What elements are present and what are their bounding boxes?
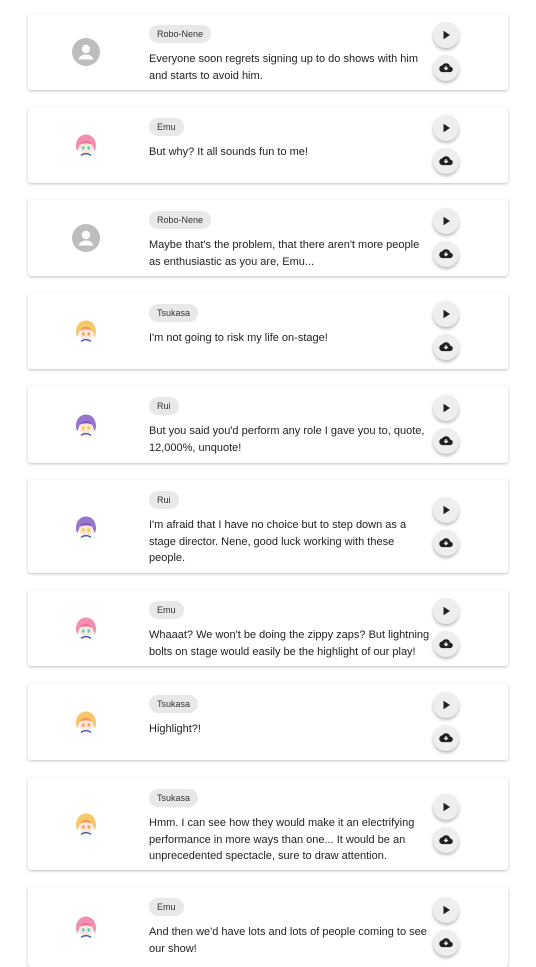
download-button[interactable] <box>433 427 459 454</box>
line-content: Rui But you said you'd perform any role I… <box>149 396 430 456</box>
line-text: I'm not going to risk my life on-stage! <box>149 332 328 344</box>
line-text: Hmm. I can see how they would make it an… <box>149 817 415 862</box>
line-text: But why? It all sounds fun to me! <box>149 146 308 158</box>
line-text: Maybe that's the problem, that there are… <box>149 239 420 268</box>
tsukasa-avatar-icon <box>72 317 100 345</box>
play-button[interactable] <box>433 794 459 820</box>
download-button[interactable] <box>433 827 459 853</box>
dialogue-card: Emu And then we'd have lots and lots of p… <box>28 887 508 967</box>
line-content: Emu Whaaat? We won't be doing the zippy z… <box>149 600 430 660</box>
cloud-download-icon <box>439 537 453 549</box>
download-button[interactable] <box>433 241 459 267</box>
play-icon <box>440 215 452 227</box>
play-icon <box>440 605 452 617</box>
play-button[interactable] <box>433 496 459 523</box>
play-icon <box>440 29 452 41</box>
line-text: And then we'd have lots and lots of peop… <box>149 926 427 955</box>
dialogue-card: Rui But you said you'd perform any role I… <box>28 386 508 463</box>
line-text: Everyone soon regrets signing up to do s… <box>149 53 419 82</box>
default-avatar-icon <box>72 224 100 252</box>
line-content: Emu But why? It all sounds fun to me! <box>149 117 430 161</box>
cloud-download-icon <box>439 638 453 650</box>
cloud-download-icon <box>439 435 453 447</box>
play-icon <box>440 801 452 813</box>
play-icon <box>440 122 452 134</box>
speaker-chip: Emu <box>149 118 184 136</box>
play-icon <box>440 699 452 711</box>
line-text: Highlight?! <box>149 723 201 735</box>
speaker-chip: Rui <box>149 491 179 509</box>
download-button[interactable] <box>433 55 459 81</box>
download-button[interactable] <box>433 529 459 556</box>
line-text: Whaaat? We won't be doing the zippy zaps… <box>149 629 430 658</box>
dialogue-card: Emu But why? It all sounds fun to me! <box>28 107 508 183</box>
dialogue-card: Emu Whaaat? We won't be doing the zippy z… <box>28 590 508 666</box>
emu-avatar-icon <box>72 131 100 159</box>
tsukasa-avatar-icon <box>72 810 100 838</box>
cloud-download-icon <box>439 248 453 260</box>
line-content: Tsukasa Hmm. I can see how they would mak… <box>149 788 430 865</box>
play-icon <box>440 904 452 916</box>
cloud-download-icon <box>439 732 453 744</box>
play-button[interactable] <box>433 22 459 48</box>
play-button[interactable] <box>433 598 459 624</box>
speaker-chip: Emu <box>149 898 184 916</box>
download-button[interactable] <box>433 148 459 174</box>
cloud-download-icon <box>439 62 453 74</box>
speaker-chip: Rui <box>149 397 179 415</box>
emu-avatar-icon <box>72 614 100 642</box>
cloud-download-icon <box>439 341 453 353</box>
default-avatar-icon <box>72 38 100 66</box>
download-button[interactable] <box>433 631 459 657</box>
dialogue-card: Tsukasa Highlight?! <box>28 684 508 760</box>
speaker-chip: Emu <box>149 601 184 619</box>
line-content: Rui I'm afraid that I have no choice but … <box>149 490 430 567</box>
play-button[interactable] <box>433 115 459 141</box>
line-content: Robo-Nene Everyone soon regrets signing u… <box>149 24 430 84</box>
download-button[interactable] <box>433 725 459 751</box>
play-icon <box>440 504 452 516</box>
rui-avatar-icon <box>72 512 100 541</box>
play-button[interactable] <box>433 394 459 421</box>
play-button[interactable] <box>433 897 459 923</box>
rui-avatar-icon <box>72 410 100 439</box>
dialogue-card: Tsukasa Hmm. I can see how they would mak… <box>28 778 508 870</box>
dialogue-card: Tsukasa I'm not going to risk my life on-… <box>28 293 508 369</box>
emu-avatar-icon <box>72 913 100 941</box>
play-button[interactable] <box>433 692 459 718</box>
tsukasa-avatar-icon <box>72 708 100 736</box>
line-content: Emu And then we'd have lots and lots of p… <box>149 897 430 957</box>
download-button[interactable] <box>433 334 459 360</box>
dialogue-card: Robo-Nene Everyone soon regrets signing u… <box>28 14 508 90</box>
line-text: I'm afraid that I have no choice but to … <box>149 519 407 564</box>
speaker-chip: Tsukasa <box>149 304 199 322</box>
download-button[interactable] <box>433 930 459 956</box>
cloud-download-icon <box>439 937 453 949</box>
play-icon <box>440 308 452 320</box>
line-content: Tsukasa I'm not going to risk my life on-… <box>149 303 430 347</box>
dialogue-card: Rui I'm afraid that I have no choice but … <box>28 480 508 573</box>
cloud-download-icon <box>439 834 453 846</box>
speaker-chip: Robo-Nene <box>149 211 212 229</box>
speaker-chip: Tsukasa <box>149 695 199 713</box>
play-button[interactable] <box>433 208 459 234</box>
speaker-chip: Robo-Nene <box>149 25 212 43</box>
dialogue-card: Robo-Nene Maybe that's the problem, that … <box>28 200 508 276</box>
speaker-chip: Tsukasa <box>149 789 199 807</box>
play-icon <box>440 402 452 414</box>
play-button[interactable] <box>433 301 459 327</box>
line-text: But you said you'd perform any role I ga… <box>149 425 425 454</box>
cloud-download-icon <box>439 155 453 167</box>
line-content: Robo-Nene Maybe that's the problem, that … <box>149 210 430 270</box>
line-content: Tsukasa Highlight?! <box>149 694 430 738</box>
